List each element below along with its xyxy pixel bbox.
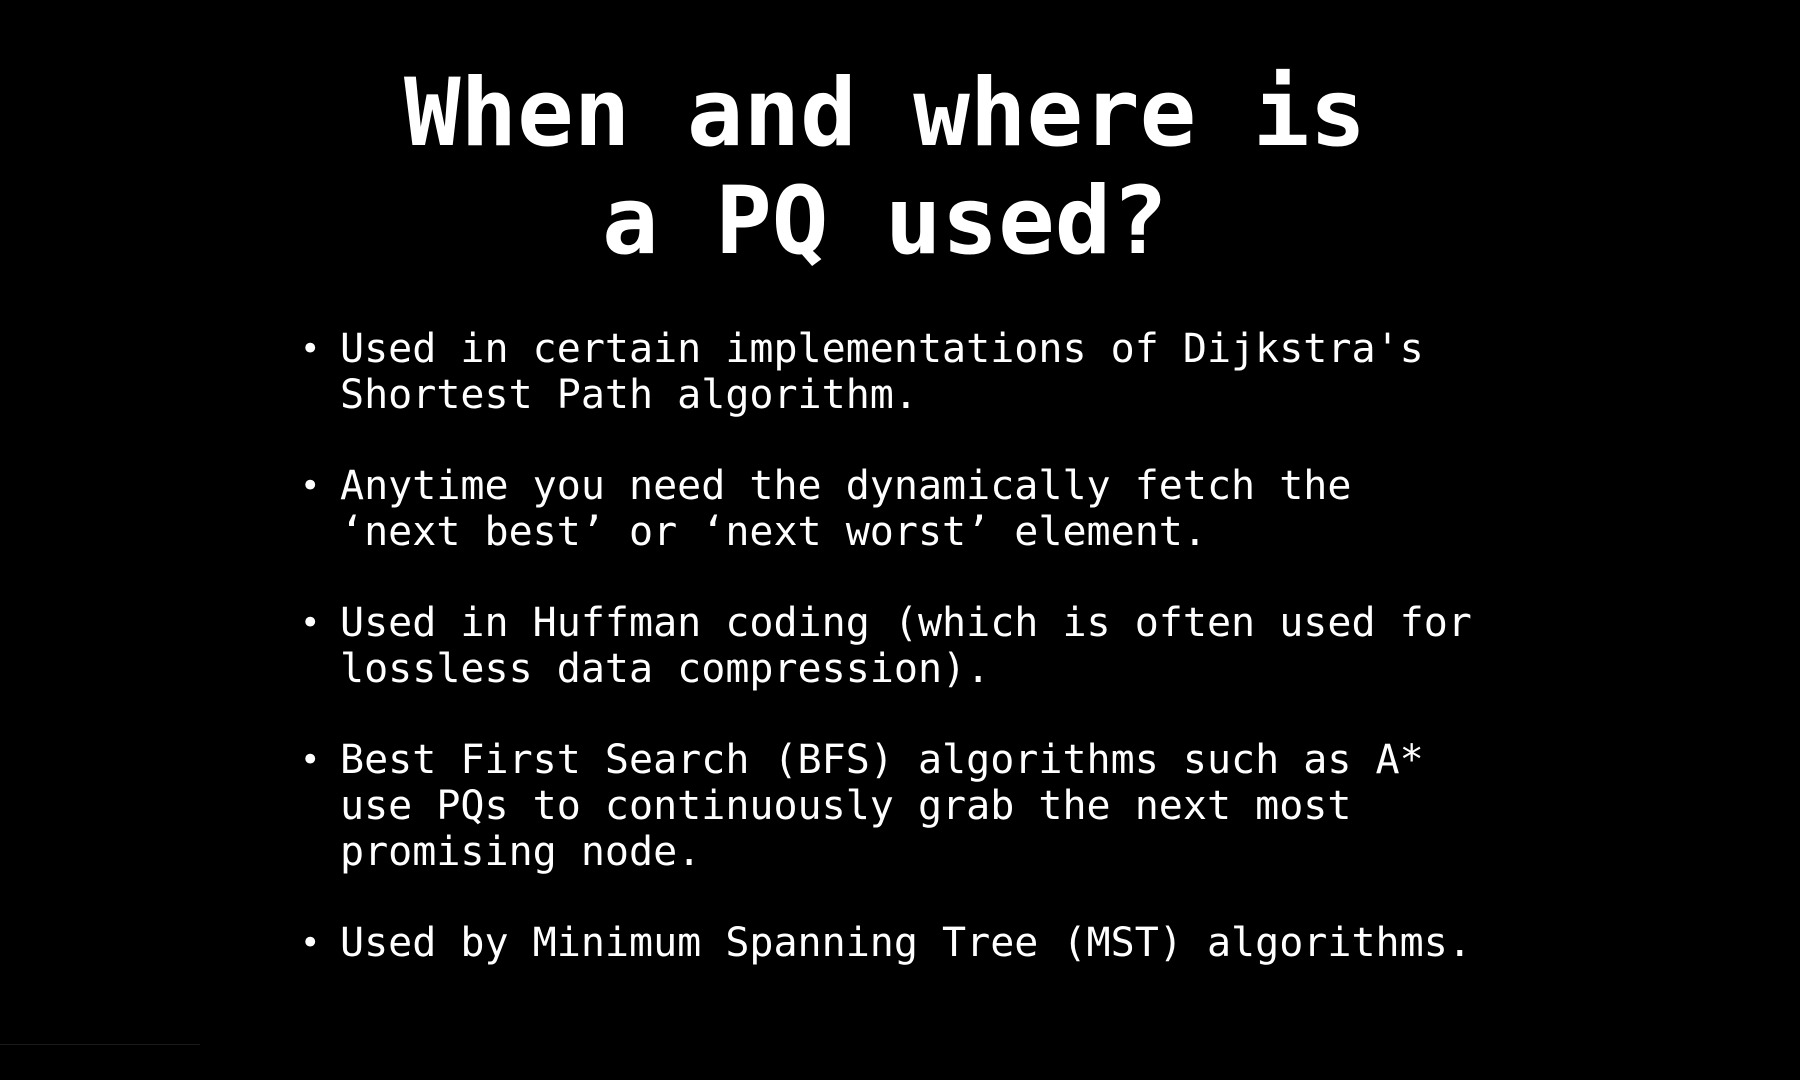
bullet-text-line: Used in Huffman coding (which is often u…: [340, 600, 1472, 646]
bullet-item: • Anytime you need the dynamically fetch…: [300, 463, 1500, 555]
bullet-text-line: Anytime you need the dynamically fetch t…: [340, 463, 1352, 509]
divider: [0, 1044, 200, 1045]
bullet-text-line: promising node.: [340, 829, 702, 875]
bullet-list: • Used in certain implementations of Dij…: [300, 326, 1500, 1011]
bullet-text-line: Shortest Path algorithm.: [340, 372, 918, 418]
title-line: When and where is: [403, 59, 1367, 168]
bullet-text-line: Used in certain implementations of Dijks…: [340, 326, 1424, 372]
bullet-dot-icon: •: [300, 329, 321, 369]
slide-title: When and where is a PQ used?: [0, 60, 1770, 276]
bullet-text-line: Used by Minimum Spanning Tree (MST) algo…: [340, 920, 1472, 966]
bullet-dot-icon: •: [300, 603, 321, 643]
bullet-text-line: use PQs to continuously grab the next mo…: [340, 783, 1352, 829]
slide: When and where is a PQ used? • Used in c…: [0, 0, 1800, 1080]
bullet-item: • Used by Minimum Spanning Tree (MST) al…: [300, 920, 1500, 966]
bullet-text-line: Best First Search (BFS) algorithms such …: [340, 737, 1424, 783]
bullet-item: • Used in Huffman coding (which is often…: [300, 600, 1500, 692]
bullet-text-line: ‘next best’ or ‘next worst’ element.: [340, 509, 1207, 555]
title-line: a PQ used?: [602, 167, 1168, 276]
bullet-dot-icon: •: [300, 923, 321, 963]
bullet-dot-icon: •: [300, 740, 321, 780]
bullet-dot-icon: •: [300, 466, 321, 506]
bullet-item: • Used in certain implementations of Dij…: [300, 326, 1500, 418]
bullet-text-line: lossless data compression).: [340, 646, 991, 692]
bullet-item: • Best First Search (BFS) algorithms suc…: [300, 737, 1500, 875]
